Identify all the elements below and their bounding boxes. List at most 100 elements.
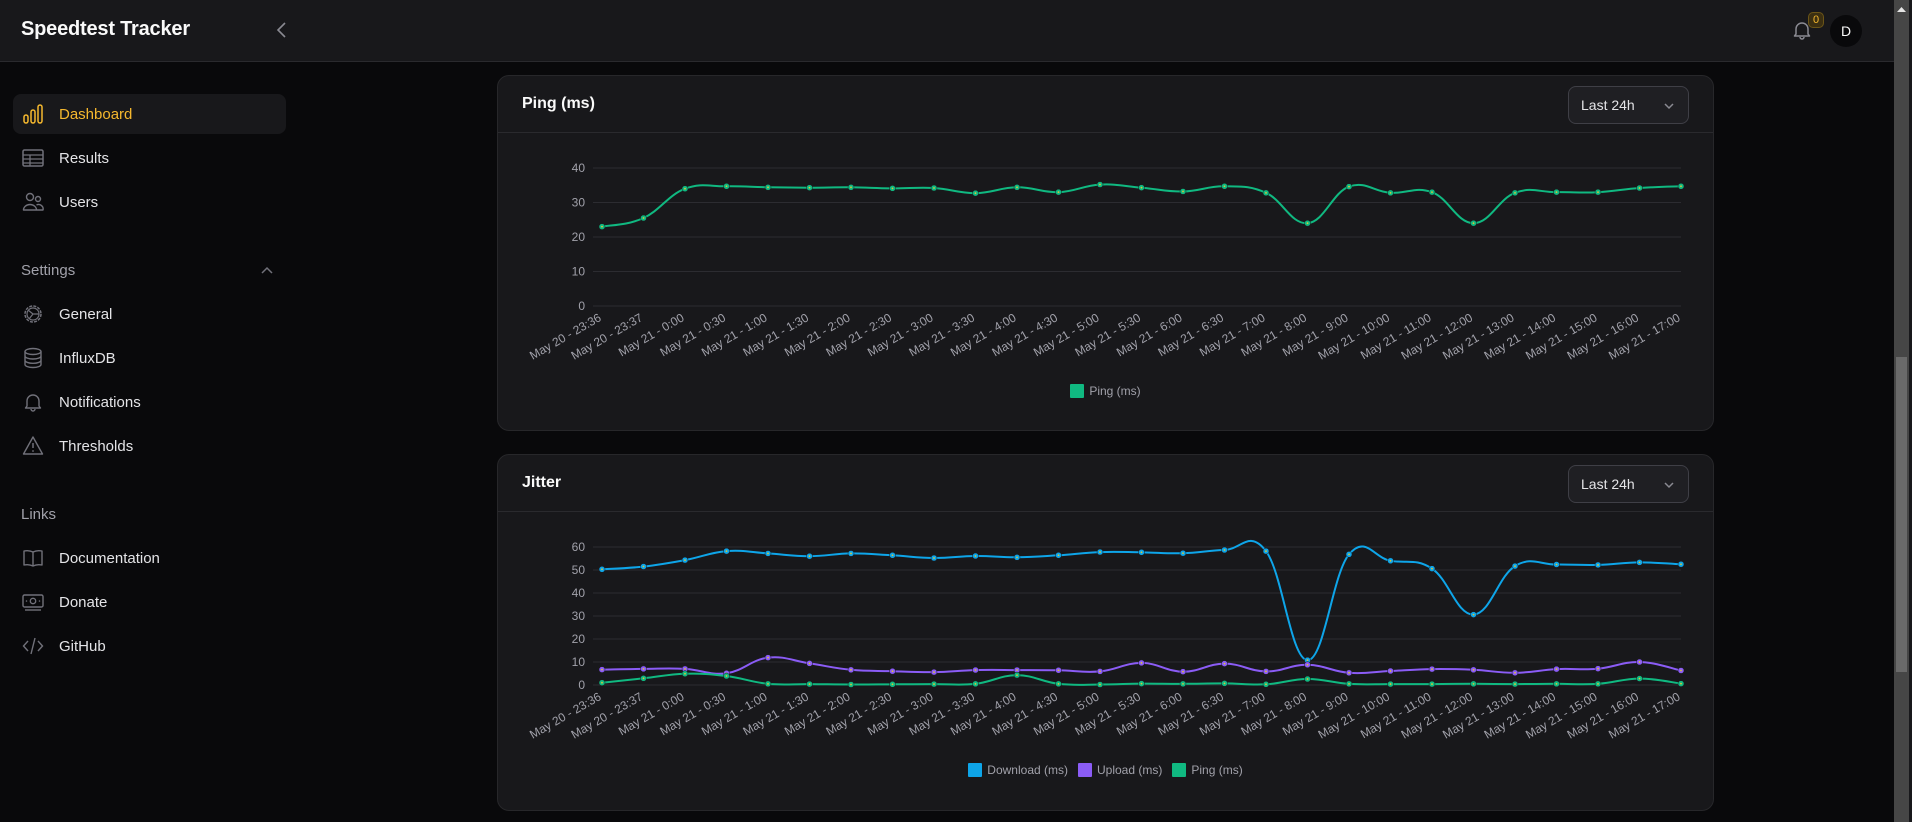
chevron-down-icon (1664, 103, 1674, 110)
ping-range-select[interactable]: Last 24h (1568, 86, 1689, 124)
sidebar-item-general[interactable]: General (13, 294, 286, 334)
jitter-range-value: Last 24h (1581, 476, 1635, 492)
legend-item[interactable]: Ping (ms) (1172, 763, 1243, 777)
data-point-center (1472, 222, 1475, 225)
data-point-center (974, 555, 977, 557)
data-point-center (1057, 682, 1060, 685)
data-point-center (850, 186, 852, 189)
data-point-center (933, 557, 935, 559)
data-point-center (808, 186, 811, 189)
data-point-center (1140, 551, 1143, 554)
collapse-sidebar-button[interactable] (272, 18, 292, 42)
data-point-center (1514, 191, 1516, 194)
data-point-center (1472, 613, 1475, 616)
sidebar-item-notifications[interactable]: Notifications (13, 382, 286, 422)
data-point-center (1597, 191, 1599, 194)
data-point-center (1140, 186, 1143, 189)
jitter-card-header: Jitter Last 24h (498, 455, 1713, 512)
data-point-center (1638, 561, 1641, 564)
data-point-center (1472, 668, 1475, 671)
data-point-center (1680, 682, 1682, 685)
data-point-center (1638, 677, 1641, 680)
sidebar-item-label: General (59, 305, 113, 323)
app-title: Speedtest Tracker (21, 18, 190, 40)
table-icon (21, 146, 45, 170)
legend-item[interactable]: Ping (ms) (1070, 384, 1141, 398)
data-point-center (1389, 670, 1392, 672)
data-point-center (642, 668, 645, 670)
data-point-center (808, 683, 811, 685)
data-point-center (1016, 186, 1018, 189)
data-point-center (642, 677, 645, 680)
y-tick-label: 40 (572, 161, 586, 175)
data-point-center (1555, 563, 1558, 566)
data-point-center (1265, 550, 1267, 553)
sidebar-item-donate[interactable]: Donate (13, 582, 286, 622)
notification-count-badge: 0 (1808, 12, 1824, 28)
sidebar-item-documentation[interactable]: Documentation (13, 538, 286, 578)
data-point-center (601, 568, 603, 571)
legend-label: Upload (ms) (1097, 763, 1163, 777)
legend-label: Ping (ms) (1089, 384, 1141, 398)
data-point-center (1431, 683, 1433, 685)
links-group-label: Links (21, 506, 57, 523)
data-point-center (684, 187, 686, 190)
settings-collapse-toggle[interactable] (258, 262, 276, 280)
sidebar-item-label: GitHub (59, 637, 106, 655)
jitter-range-select[interactable]: Last 24h (1568, 465, 1689, 503)
data-point-center (1431, 668, 1433, 671)
sidebar-item-thresholds[interactable]: Thresholds (13, 426, 286, 466)
chevron-up-icon (261, 266, 273, 274)
code-icon (21, 634, 45, 658)
data-point-center (1099, 551, 1101, 553)
data-point-center (684, 559, 686, 562)
data-point-center (1223, 682, 1226, 685)
users-icon (21, 190, 45, 214)
jitter-chart: 0102030405060May 20 - 23:36May 20 - 23:3… (527, 539, 1685, 742)
series-line-0 (601, 539, 1682, 662)
sidebar-item-label: Thresholds (59, 437, 134, 455)
x-tick-label: May 21 - 17:00 (1606, 310, 1683, 362)
data-point-center (1016, 669, 1018, 671)
scrollbar-thumb[interactable] (1896, 357, 1907, 672)
data-point-center (601, 681, 603, 684)
data-point-center (933, 187, 935, 189)
data-point-center (1348, 553, 1350, 556)
data-point-center (891, 670, 894, 673)
data-point-center (1099, 183, 1101, 186)
data-point-center (601, 668, 603, 671)
warning-icon (21, 434, 45, 458)
database-icon (21, 346, 45, 370)
sidebar-item-label: Dashboard (59, 105, 133, 123)
jitter-chart-legend: Download (ms) Upload (ms) Ping (ms) (498, 763, 1713, 777)
data-point-center (850, 668, 852, 671)
sidebar-item-results[interactable]: Results (13, 138, 286, 178)
data-point-center (808, 662, 811, 665)
data-point-center (974, 669, 977, 671)
data-point-center (1597, 564, 1599, 566)
data-point-center (684, 668, 686, 670)
legend-item[interactable]: Download (ms) (968, 763, 1068, 777)
data-point-center (1306, 659, 1309, 662)
data-point-center (1680, 563, 1682, 566)
legend-swatch (1070, 384, 1085, 398)
scroll-up-arrow-icon[interactable] (1896, 4, 1907, 14)
legend-item[interactable]: Upload (ms) (1078, 763, 1162, 777)
sidebar-item-dashboard[interactable]: Dashboard (13, 94, 286, 134)
ping-card-title: Ping (ms) (522, 95, 595, 112)
data-point-center (642, 217, 645, 219)
data-point-center (1306, 222, 1309, 225)
y-tick-label: 10 (572, 655, 586, 669)
sidebar-item-influxdb[interactable]: InfluxDB (13, 338, 286, 378)
data-point-center (725, 550, 728, 553)
user-avatar[interactable]: D (1830, 15, 1862, 47)
ping-chart: 010203040May 20 - 23:36May 20 - 23:37May… (527, 161, 1685, 363)
y-tick-label: 20 (572, 632, 586, 646)
legend-swatch (1078, 763, 1092, 777)
sidebar-item-github[interactable]: GitHub (13, 626, 286, 666)
y-tick-label: 60 (572, 540, 586, 554)
data-point-center (1680, 669, 1682, 672)
data-point-center (767, 682, 769, 685)
sidebar-item-users[interactable]: Users (13, 182, 286, 222)
ping-card-header: Ping (ms) Last 24h (498, 76, 1713, 133)
